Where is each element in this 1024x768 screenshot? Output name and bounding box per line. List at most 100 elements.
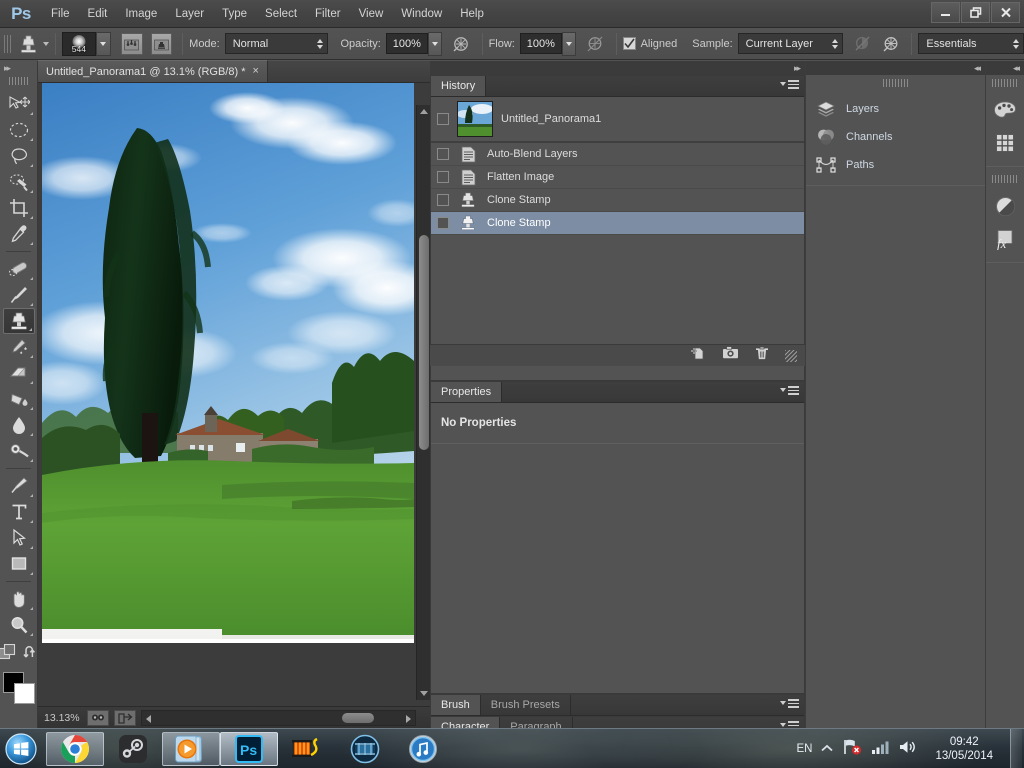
menu-filter[interactable]: Filter — [306, 0, 350, 28]
canvas-horizontal-scrollbar[interactable] — [141, 709, 416, 726]
menu-edit[interactable]: Edit — [79, 0, 117, 28]
dock-primary-grip[interactable] — [882, 79, 909, 89]
menu-file[interactable]: File — [42, 0, 79, 28]
canvas-vertical-scrollbar[interactable] — [416, 105, 430, 700]
toolbar-collapse-button[interactable]: ▸▸ — [0, 61, 37, 75]
hand-tool[interactable] — [3, 586, 35, 612]
menu-type[interactable]: Type — [213, 0, 256, 28]
aligned-checkbox-box[interactable] — [622, 37, 636, 50]
opacity-dropdown-button[interactable] — [427, 31, 442, 56]
crop-tool[interactable] — [3, 195, 35, 221]
brush-tool[interactable] — [3, 282, 35, 308]
brush-size-preview[interactable]: 544 — [61, 31, 96, 56]
brush-panel-menu-button[interactable] — [780, 699, 799, 708]
menu-layer[interactable]: Layer — [166, 0, 213, 28]
pressure-controls-size-button[interactable] — [880, 32, 903, 55]
eraser-tool[interactable] — [3, 360, 35, 386]
zoom-level-value[interactable]: 13.13% — [44, 712, 82, 724]
menu-help[interactable]: Help — [451, 0, 493, 28]
swatches-panel-button[interactable] — [990, 128, 1020, 158]
swap-colors-button[interactable] — [23, 645, 38, 665]
history-brush-tool[interactable] — [3, 334, 35, 360]
canvas-image[interactable] — [42, 83, 414, 643]
minimize-button[interactable] — [931, 2, 960, 23]
dock-secondary-collapse-button[interactable]: ◂◂ — [986, 61, 1024, 75]
adjustments-panel-button[interactable] — [990, 191, 1020, 221]
ignore-adjustment-layers-button[interactable] — [851, 32, 874, 55]
tab-history[interactable]: History — [431, 76, 487, 96]
history-panel-menu-button[interactable] — [780, 80, 799, 89]
menu-image[interactable]: Image — [116, 0, 166, 28]
toggle-clone-source-panel-button[interactable] — [150, 32, 173, 55]
close-document-icon[interactable]: × — [252, 66, 258, 77]
scroll-down-arrow-icon[interactable] — [420, 691, 428, 696]
show-hidden-icons-button[interactable] — [821, 740, 834, 758]
scroll-up-arrow-icon[interactable] — [420, 109, 428, 114]
network-status-button[interactable] — [842, 738, 862, 761]
menu-window[interactable]: Window — [392, 0, 451, 28]
history-snapshot-row[interactable]: Untitled_Panorama1 — [431, 97, 804, 143]
restore-button[interactable] — [961, 2, 990, 23]
signal-strength-button[interactable] — [871, 739, 889, 760]
start-button[interactable] — [0, 730, 42, 768]
active-tool-icon[interactable] — [17, 33, 39, 55]
horizontal-scroll-thumb[interactable] — [342, 712, 374, 723]
zoom-tool[interactable] — [3, 612, 35, 638]
create-new-snapshot-button[interactable] — [722, 346, 739, 365]
taskbar-item-media-player[interactable] — [162, 731, 220, 766]
dock-item-channels[interactable]: Channels — [806, 123, 985, 151]
dock-item-layers[interactable]: Layers — [806, 95, 985, 123]
opacity-input[interactable]: 100% — [385, 33, 428, 54]
history-state-source-checkbox[interactable] — [437, 171, 449, 183]
color-panel-button[interactable] — [990, 95, 1020, 125]
move-tool[interactable] — [3, 91, 35, 117]
document-tab[interactable]: Untitled_Panorama1 @ 13.1% (RGB/8) * × — [38, 60, 268, 82]
taskbar-item-steam[interactable] — [104, 731, 162, 767]
quick-mask-button[interactable] — [0, 643, 16, 665]
brush-preset-dropdown-button[interactable] — [95, 31, 111, 56]
close-button[interactable] — [991, 2, 1020, 23]
history-state-source-checkbox[interactable] — [437, 194, 449, 206]
volume-button[interactable] — [898, 739, 918, 760]
sample-select[interactable]: Current Layer — [737, 33, 844, 54]
tool-preset-chevron-icon[interactable] — [42, 41, 49, 46]
eyedropper-tool[interactable] — [3, 221, 35, 247]
history-state-row-selected[interactable]: Clone Stamp — [431, 212, 804, 235]
dock-item-paths[interactable]: Paths — [806, 151, 985, 179]
blend-mode-select[interactable]: Normal — [224, 33, 329, 54]
menu-select[interactable]: Select — [256, 0, 306, 28]
panel-column-collapse-button[interactable]: ▸▸ — [430, 61, 805, 75]
document-settings-button[interactable] — [87, 709, 109, 726]
blur-tool[interactable] — [3, 412, 35, 438]
background-color-swatch[interactable] — [13, 683, 35, 704]
brush-preset-picker[interactable]: 544 — [61, 31, 111, 56]
path-selection-tool[interactable] — [3, 525, 35, 551]
workspace-select[interactable]: Essentials — [918, 33, 1024, 54]
pen-tool[interactable] — [3, 473, 35, 499]
clock[interactable]: 09:42 13/05/2014 — [927, 735, 1001, 763]
toggle-brush-panel-button[interactable] — [120, 32, 143, 55]
panel-resize-grip[interactable] — [785, 349, 797, 362]
history-state-source-checkbox[interactable] — [437, 217, 449, 229]
gradient-tool[interactable] — [3, 386, 35, 412]
rectangle-tool[interactable] — [3, 551, 35, 577]
dock-primary-collapse-button[interactable]: ◂◂ — [806, 61, 985, 75]
flow-dropdown-button[interactable] — [561, 31, 576, 56]
spot-healing-brush-tool[interactable] — [3, 256, 35, 282]
taskbar-item-chrome[interactable] — [46, 731, 104, 766]
dock-secondary-grip-1[interactable] — [992, 79, 1018, 89]
scroll-left-arrow-icon[interactable] — [146, 714, 151, 723]
color-swatches[interactable] — [2, 671, 36, 705]
tab-properties[interactable]: Properties — [431, 382, 503, 402]
tab-brush-presets[interactable]: Brush Presets — [481, 695, 571, 715]
show-desktop-button[interactable] — [1010, 729, 1022, 768]
dock-secondary-grip-2[interactable] — [992, 175, 1018, 185]
scroll-right-arrow-icon[interactable] — [406, 714, 411, 723]
taskbar-item-photoshop[interactable]: Ps — [220, 731, 278, 766]
options-bar-grip[interactable] — [4, 32, 14, 55]
create-document-from-state-button[interactable] — [690, 346, 706, 366]
history-state-source-checkbox[interactable] — [437, 148, 449, 160]
vertical-scroll-thumb[interactable] — [419, 235, 429, 450]
canvas-viewport[interactable] — [38, 83, 430, 728]
properties-panel-menu-button[interactable] — [780, 386, 799, 395]
